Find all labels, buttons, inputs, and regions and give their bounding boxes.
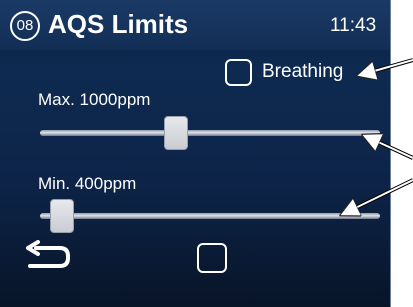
breathing-checkbox[interactable] (225, 59, 252, 86)
min-slider-track[interactable] (40, 199, 380, 233)
home-button[interactable] (197, 243, 227, 273)
clock: 11:43 (330, 15, 377, 36)
min-slider-thumb[interactable] (50, 199, 75, 233)
back-button[interactable] (24, 240, 72, 274)
back-arrow-icon (26, 240, 70, 268)
max-slider-thumb[interactable] (164, 116, 188, 150)
page-title: AQS Limits (48, 9, 189, 39)
max-slider-label: Max. 1000ppm (38, 90, 151, 109)
breathing-label[interactable]: Breathing (262, 61, 343, 83)
max-slider-track[interactable] (40, 116, 380, 150)
device-screen: 08 AQS Limits Breathing Max. 1000ppm Min… (0, 0, 391, 307)
min-slider-label: Min. 400ppm (38, 174, 137, 193)
page: 08 AQS Limits Breathing Max. 1000ppm Min… (0, 0, 413, 307)
screen-number-badge: 08 (10, 11, 40, 41)
